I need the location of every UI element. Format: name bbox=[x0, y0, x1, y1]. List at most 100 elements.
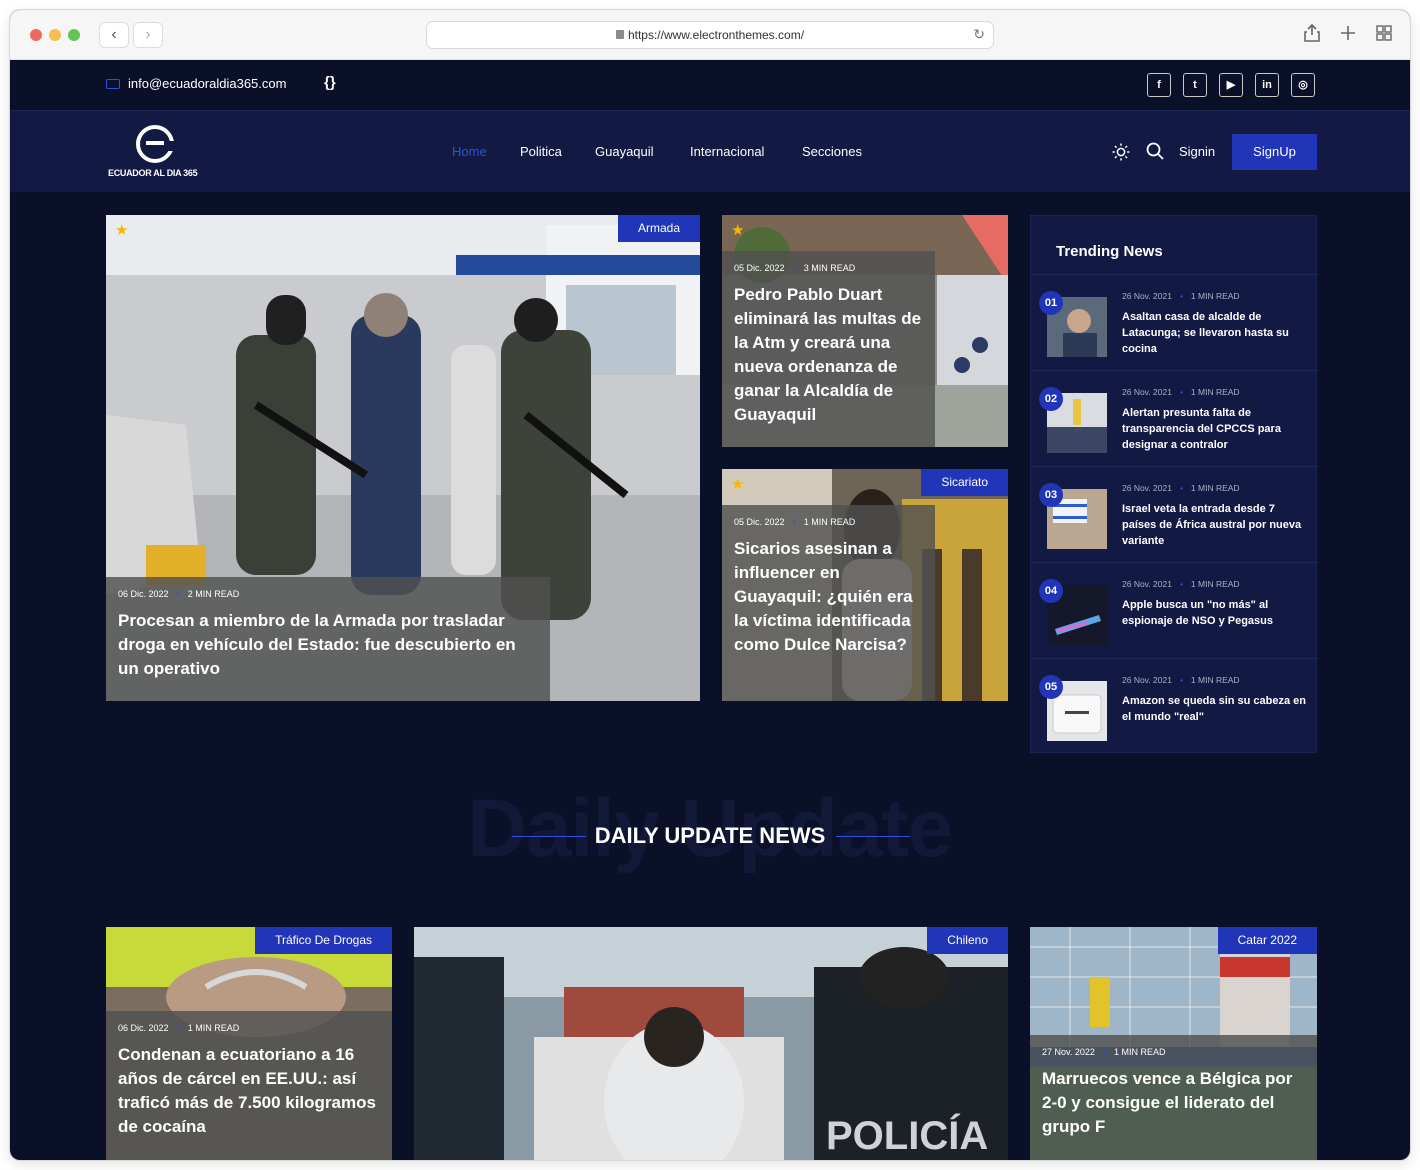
category-badge[interactable]: Catar 2022 bbox=[1217, 927, 1317, 954]
signin-link[interactable]: Signin bbox=[1179, 144, 1215, 159]
trending-title-text[interactable]: Israel veta la entrada desde 7 países de… bbox=[1122, 501, 1307, 549]
daily-card[interactable]: Tráfico De Drogas 06 Dic. 2022 • 1 MIN REA… bbox=[106, 927, 392, 1160]
daily-card[interactable]: Catar 2022 27 Nov. 2022 • 1 MIN READ Marru… bbox=[1030, 927, 1317, 1160]
twitter-icon[interactable]: t bbox=[1183, 73, 1207, 97]
article-title[interactable]: Procesan a miembro de la Armada por tras… bbox=[118, 609, 538, 681]
category-badge[interactable]: Sicariato bbox=[921, 469, 1008, 496]
hero-bottom-right-overlay: 05 Dic. 2022 • 1 MIN READ Sicarios asesina… bbox=[722, 505, 935, 701]
minimize-window-button[interactable] bbox=[49, 29, 61, 41]
nav-guayaquil[interactable]: Guayaquil bbox=[595, 144, 654, 159]
trending-item[interactable]: 01 26 Nov. 2021 • 1 MIN READ Asaltan casa … bbox=[1031, 274, 1318, 370]
youtube-icon[interactable]: ▶ bbox=[1219, 73, 1243, 97]
rank-badge: 05 bbox=[1039, 675, 1063, 699]
category-badge[interactable]: Chileno bbox=[927, 927, 1008, 954]
article-date: 05 Dic. 2022 bbox=[734, 517, 785, 527]
new-tab-icon[interactable] bbox=[1336, 23, 1360, 47]
read-time: 1 MIN READ bbox=[1190, 291, 1240, 301]
search-icon[interactable] bbox=[1146, 142, 1164, 160]
reload-icon[interactable]: ↻ bbox=[973, 26, 985, 43]
chevron-left-icon: ‹ bbox=[111, 26, 117, 43]
article-date: 06 Dic. 2022 bbox=[118, 1023, 169, 1033]
forward-button[interactable]: › bbox=[133, 22, 163, 48]
article-meta: 26 Nov. 2021 • 1 MIN READ bbox=[1122, 579, 1240, 589]
logo-text[interactable]: ECUADOR AL DIA 365 bbox=[108, 168, 198, 178]
read-time: 1 MIN READ bbox=[1190, 675, 1240, 685]
daily-card-overlay: 27 Nov. 2022 • 1 MIN READ Marruecos vence … bbox=[1030, 1035, 1317, 1160]
police-vest-text: POLICÍA bbox=[826, 1113, 988, 1158]
signup-button[interactable]: SignUp bbox=[1232, 134, 1317, 170]
article-title[interactable]: Condenan a ecuatoriano a 16 años de cárc… bbox=[118, 1043, 380, 1139]
category-badge[interactable]: Tráfico De Drogas bbox=[255, 927, 392, 954]
article-date: 26 Nov. 2021 bbox=[1122, 675, 1172, 685]
url-display: https://www.electronthemes.com/ bbox=[427, 28, 993, 42]
nav-home[interactable]: Home bbox=[452, 144, 487, 159]
tab-overview-icon[interactable] bbox=[1372, 23, 1396, 47]
address-bar[interactable]: https://www.electronthemes.com/ ↻ bbox=[426, 21, 994, 49]
browser-toolbar: ‹ › https://www.electronthemes.com/ ↻ bbox=[10, 10, 1410, 60]
article-meta: 26 Nov. 2021 • 1 MIN READ bbox=[1122, 387, 1240, 397]
hero-bottom-right-card[interactable]: ★ Sicariato 05 Dic. 2022 • 1 MIN READ Sica… bbox=[722, 469, 1008, 701]
trending-news-panel: Trending News 01 26 Nov. 2021 • 1 MIN READ… bbox=[1030, 215, 1318, 754]
article-meta: 06 Dic. 2022 • 1 MIN READ bbox=[118, 1023, 240, 1033]
read-time: 2 MIN READ bbox=[187, 589, 240, 599]
back-button[interactable]: ‹ bbox=[99, 22, 129, 48]
article-title[interactable]: Sicarios asesinan a influencer en Guayaq… bbox=[734, 537, 923, 657]
trending-title-text[interactable]: Amazon se queda sin su cabeza en el mund… bbox=[1122, 693, 1307, 725]
trending-title-text[interactable]: Asaltan casa de alcalde de Latacunga; se… bbox=[1122, 309, 1307, 357]
featured-star-icon: ★ bbox=[731, 222, 745, 239]
instagram-icon[interactable]: ◎ bbox=[1291, 73, 1315, 97]
article-meta: 26 Nov. 2021 • 1 MIN READ bbox=[1122, 483, 1240, 493]
read-time: 1 MIN READ bbox=[1190, 579, 1240, 589]
close-window-button[interactable] bbox=[30, 29, 42, 41]
read-time: 1 MIN READ bbox=[1190, 387, 1240, 397]
read-time: 1 MIN READ bbox=[187, 1023, 240, 1033]
article-meta: 26 Nov. 2021 • 1 MIN READ bbox=[1122, 291, 1240, 301]
article-date: 26 Nov. 2021 bbox=[1122, 291, 1172, 301]
rank-badge: 01 bbox=[1039, 291, 1063, 315]
article-meta: 05 Dic. 2022 • 1 MIN READ bbox=[734, 517, 856, 527]
nav-internacional[interactable]: Internacional bbox=[690, 144, 764, 159]
rank-badge: 03 bbox=[1039, 483, 1063, 507]
logo-icon[interactable] bbox=[136, 125, 175, 163]
hero-main-card[interactable]: ★ Armada 06 Dic. 2022 • 2 MIN READ Procesa… bbox=[106, 215, 700, 701]
trending-item[interactable]: 05 26 Nov. 2021 • 1 MIN READ Amazon se que… bbox=[1031, 658, 1318, 754]
lock-icon bbox=[615, 30, 624, 39]
article-title[interactable]: Marruecos vence a Bélgica por 2-0 y cons… bbox=[1042, 1067, 1305, 1139]
article-meta: 27 Nov. 2022 • 1 MIN READ bbox=[1042, 1047, 1166, 1057]
nav-politica[interactable]: Politica bbox=[520, 144, 562, 159]
read-time: 1 MIN READ bbox=[1114, 1047, 1166, 1057]
featured-star-icon: ★ bbox=[115, 222, 129, 239]
email-text: info@ecuadoraldia365.com bbox=[128, 76, 287, 91]
trending-title-text[interactable]: Apple busca un "no más" al espionaje de … bbox=[1122, 597, 1307, 629]
trending-item[interactable]: 03 26 Nov. 2021 • 1 MIN READ Israel veta l… bbox=[1031, 466, 1318, 562]
contact-email[interactable]: info@ecuadoraldia365.com bbox=[106, 76, 286, 91]
read-time: 1 MIN READ bbox=[1190, 483, 1240, 493]
trending-item[interactable]: 04 26 Nov. 2021 • 1 MIN READ Apple busca u… bbox=[1031, 562, 1318, 658]
article-date: 26 Nov. 2021 bbox=[1122, 579, 1172, 589]
theme-toggle-sun-icon[interactable] bbox=[1112, 143, 1130, 161]
article-title[interactable]: Pedro Pablo Duart eliminará las multas d… bbox=[734, 283, 923, 427]
facebook-icon[interactable]: f bbox=[1147, 73, 1171, 97]
share-icon[interactable] bbox=[1300, 23, 1324, 47]
linkedin-icon[interactable]: in bbox=[1255, 73, 1279, 97]
article-meta: 26 Nov. 2021 • 1 MIN READ bbox=[1122, 675, 1240, 685]
hero-top-right-card[interactable]: ★ 05 Dic. 2022 • 3 MIN READ Pedro Pablo Du… bbox=[722, 215, 1008, 447]
maximize-window-button[interactable] bbox=[68, 29, 80, 41]
mail-icon bbox=[106, 79, 120, 89]
trending-title: Trending News bbox=[1056, 243, 1163, 260]
code-icon: {} bbox=[324, 74, 336, 91]
rank-badge: 04 bbox=[1039, 579, 1063, 603]
article-date: 06 Dic. 2022 bbox=[118, 589, 169, 599]
nav-secciones[interactable]: Secciones bbox=[802, 144, 862, 159]
browser-window: ‹ › https://www.electronthemes.com/ ↻ in… bbox=[10, 10, 1410, 1160]
site-header: ECUADOR AL DIA 365 Home Politica Guayaqu… bbox=[10, 111, 1410, 192]
daily-card[interactable]: POLICÍA Chileno bbox=[414, 927, 1008, 1160]
article-date: 26 Nov. 2021 bbox=[1122, 483, 1172, 493]
trending-title-text[interactable]: Alertan presunta falta de transparencia … bbox=[1122, 405, 1307, 453]
featured-star-icon: ★ bbox=[731, 476, 745, 493]
trending-item[interactable]: 02 26 Nov. 2021 • 1 MIN READ Alertan presu… bbox=[1031, 370, 1318, 466]
article-date: 05 Dic. 2022 bbox=[734, 263, 785, 273]
url-text: https://www.electronthemes.com/ bbox=[627, 28, 805, 42]
category-badge[interactable]: Armada bbox=[617, 215, 700, 242]
rank-badge: 02 bbox=[1039, 387, 1063, 411]
